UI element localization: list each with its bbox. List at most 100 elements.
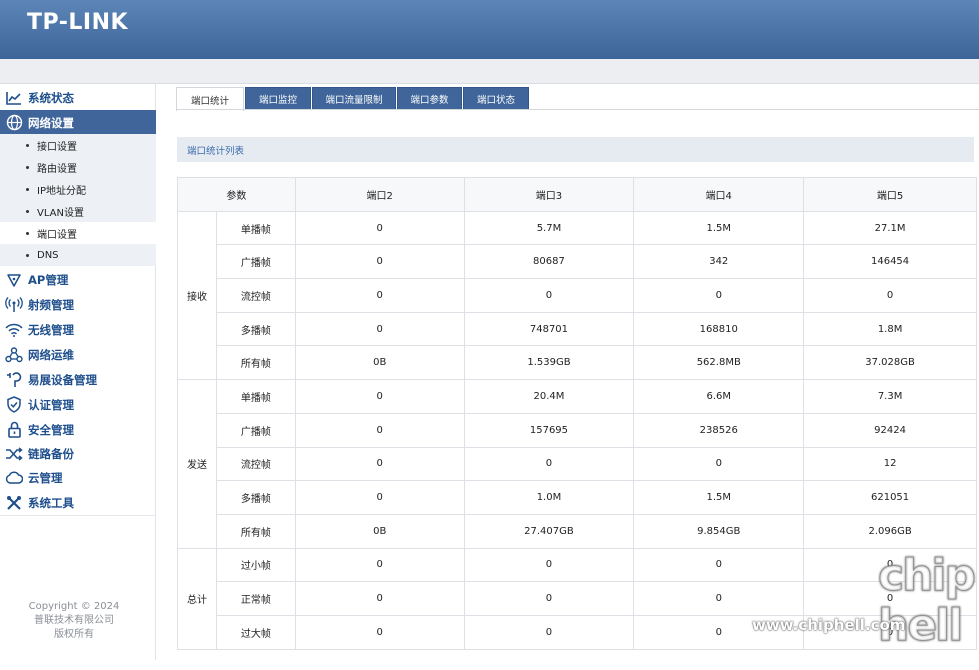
table-row: 多播帧 0 1.0M 1.5M 621051 — [178, 480, 977, 515]
value-cell: 0 — [294, 311, 465, 347]
sidebar-subitem-ip-allocation[interactable]: IP地址分配 — [0, 178, 156, 200]
globe-icon — [5, 114, 23, 132]
param-cell: 所有帧 — [215, 513, 296, 549]
param-cell: 单播帧 — [215, 379, 296, 414]
sidebar-subitem-vlan[interactable]: VLAN设置 — [0, 200, 156, 222]
top-header: TP-LINK — [0, 0, 979, 59]
sidebar-divider — [0, 515, 156, 516]
chart-line-icon — [5, 89, 23, 107]
sidebar-item-auth-management[interactable]: 认证管理 — [0, 392, 156, 417]
sidebar-item-label: 易展设备管理 — [28, 372, 97, 387]
table-row: 流控帧 0 0 0 12 — [178, 446, 977, 482]
group-label-cell: 接收 — [177, 210, 217, 381]
param-cell: 流控帧 — [215, 278, 296, 313]
copyright: Copyright © 2024 普联技术有限公司 版权所有 — [0, 600, 148, 642]
sidebar-item-network-ops[interactable]: 网络运维 — [0, 342, 156, 367]
value-cell: 9.854GB — [633, 513, 805, 549]
tools-icon — [5, 494, 23, 512]
sidebar-item-cloud-management[interactable]: 云管理 — [0, 465, 156, 490]
value-cell: 0B — [294, 513, 465, 549]
value-cell: 0 — [463, 278, 635, 313]
sidebar-subitem-port-settings[interactable]: 端口设置 — [0, 222, 156, 244]
value-cell: 0 — [463, 581, 635, 616]
value-cell: 0 — [803, 278, 977, 313]
value-cell: 1.0M — [463, 480, 635, 515]
value-cell: 0 — [463, 614, 635, 650]
sidebar-item-link-backup[interactable]: 链路备份 — [0, 441, 156, 466]
subitem-label: 路由设置 — [37, 163, 77, 175]
sidebar-item-network-settings[interactable]: 网络设置 — [0, 110, 156, 135]
sidebar-item-wireless-management[interactable]: 无线管理 — [0, 317, 156, 342]
value-cell: 5.7M — [463, 210, 635, 246]
value-cell: 157695 — [463, 412, 635, 448]
lock-icon — [5, 421, 23, 439]
value-cell: 1.5M — [633, 210, 805, 246]
header-cell: 端口3 — [463, 177, 635, 212]
sidebar-item-label: 认证管理 — [28, 397, 74, 412]
value-cell: 0 — [294, 278, 465, 313]
copyright-line: Copyright © 2024 — [28, 601, 120, 612]
table-row: 流控帧 0 0 0 0 — [178, 278, 977, 313]
value-cell: 27.1M — [803, 210, 977, 246]
sub-header-bar — [0, 59, 979, 84]
sidebar-item-label: 无线管理 — [28, 322, 74, 337]
value-cell: 342 — [633, 244, 805, 280]
sidebar-subitem-routing[interactable]: 路由设置 — [0, 156, 156, 178]
value-cell: 2.096GB — [803, 513, 977, 549]
param-cell: 广播帧 — [215, 244, 296, 280]
sidebar-subitem-dns[interactable]: DNS — [0, 244, 156, 266]
table-row: 总计 过小帧 0 0 0 0 — [177, 547, 977, 650]
sidebar-item-system-tools[interactable]: 系统工具 — [0, 490, 156, 515]
table-row: 广播帧 0 80687 342 146454 — [178, 244, 977, 280]
table-row: 广播帧 0 157695 238526 92424 — [178, 412, 977, 448]
tab-port-rate-limit[interactable]: 端口流量限制 — [312, 87, 396, 110]
value-cell: 0 — [803, 547, 977, 583]
value-cell: 0 — [294, 547, 465, 583]
value-cell: 12 — [803, 446, 977, 482]
sidebar-item-label: 系统工具 — [28, 495, 74, 510]
param-cell: 正常帧 — [215, 581, 296, 616]
value-cell: 0B — [294, 345, 465, 381]
value-cell: 0 — [803, 614, 977, 650]
sidebar-item-label: 云管理 — [28, 470, 63, 485]
table-header-row: 参数 端口2 端口3 端口4 端口5 — [177, 177, 977, 212]
table-body: 接收 单播帧 0 5.7M 1.5M 27.1M 广播帧 0 80687 342 146454 流控帧… — [177, 210, 977, 650]
value-cell: 0 — [463, 547, 635, 583]
tab-port-parameters[interactable]: 端口参数 — [397, 87, 462, 110]
param-cell: 多播帧 — [215, 480, 296, 515]
value-cell: 0 — [294, 581, 465, 616]
sidebar-item-easy-device[interactable]: 易展设备管理 — [0, 367, 156, 392]
table-row: 正常帧 0 0 0 0 — [178, 581, 977, 616]
value-cell: 0 — [294, 446, 465, 482]
sidebar-item-label: 安全管理 — [28, 422, 74, 437]
sidebar-item-security-management[interactable]: 安全管理 — [0, 417, 156, 442]
value-cell: 6.6M — [633, 379, 805, 414]
value-cell: 0 — [633, 446, 805, 482]
table-row: 过大帧 0 0 0 0 — [178, 614, 977, 650]
value-cell: 562.8MB — [633, 345, 805, 381]
value-cell: 0 — [633, 614, 805, 650]
sidebar-subitem-interface[interactable]: 接口设置 — [0, 134, 156, 156]
group-label-cell: 发送 — [177, 379, 217, 549]
value-cell: 0 — [294, 210, 465, 246]
value-cell: 0 — [633, 278, 805, 313]
sidebar-item-label: AP管理 — [28, 272, 69, 287]
sidebar-item-system-status[interactable]: 系统状态 — [0, 85, 156, 110]
value-cell: 80687 — [463, 244, 635, 280]
param-cell: 过小帧 — [215, 547, 296, 583]
value-cell: 146454 — [803, 244, 977, 280]
value-cell: 0 — [633, 547, 805, 583]
sidebar-item-radio-management[interactable]: 射频管理 — [0, 292, 156, 317]
wifi-icon — [5, 321, 23, 339]
table-row: 所有帧 0B 1.539GB 562.8MB 37.028GB — [178, 345, 977, 381]
sidebar-item-label: 链路备份 — [28, 446, 74, 461]
shield-check-icon — [5, 396, 23, 414]
header-cell: 参数 — [177, 177, 296, 212]
subitem-label: 接口设置 — [37, 141, 77, 153]
value-cell: 0 — [633, 581, 805, 616]
sidebar-item-label: 射频管理 — [28, 297, 74, 312]
tab-port-monitor[interactable]: 端口监控 — [245, 87, 311, 110]
sidebar-item-ap-management[interactable]: AP管理 — [0, 267, 156, 292]
tab-port-status[interactable]: 端口状态 — [463, 87, 529, 110]
tab-port-statistics[interactable]: 端口统计 — [176, 87, 244, 111]
